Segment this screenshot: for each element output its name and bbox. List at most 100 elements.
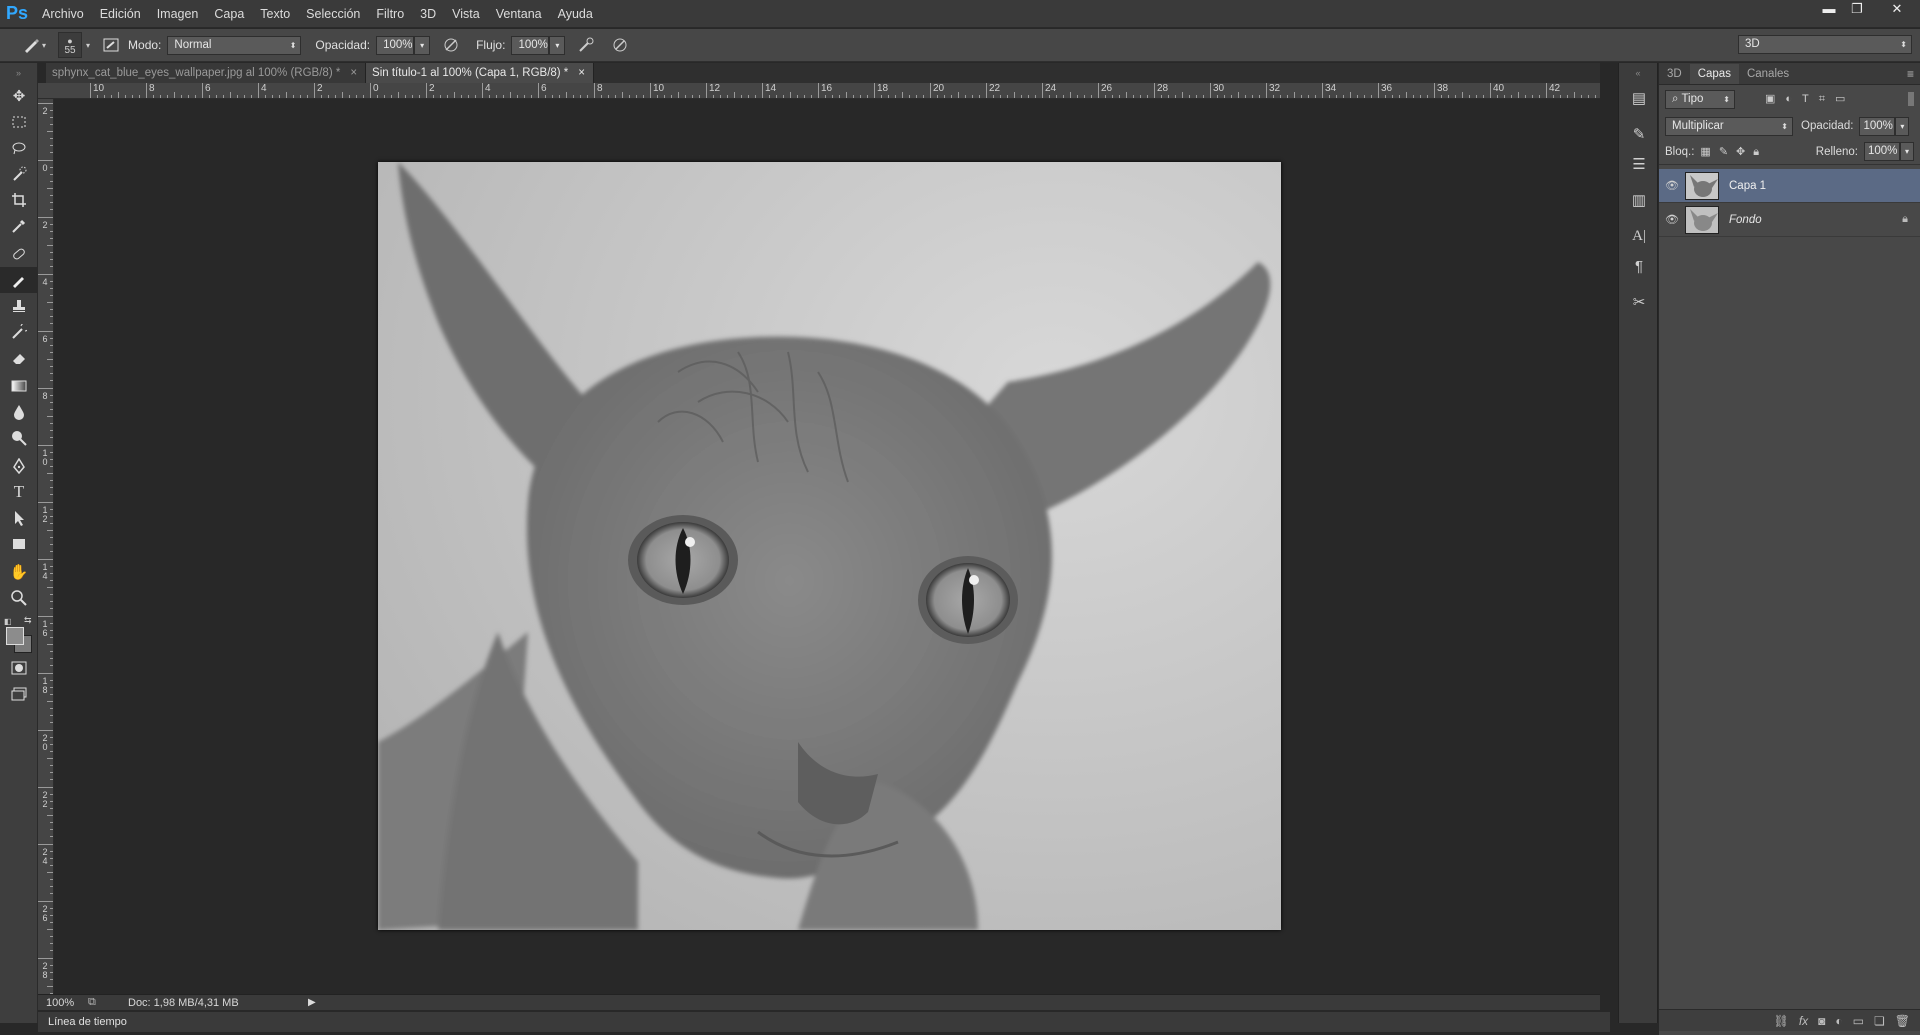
menu-archivo[interactable]: Archivo (34, 0, 92, 28)
history-brush-tool-icon[interactable] (0, 319, 38, 345)
panel-menu-icon[interactable]: ≡ (1901, 64, 1920, 84)
move-tool-icon[interactable]: ✥ (0, 83, 38, 109)
fill-input[interactable]: 100% (1864, 142, 1900, 161)
eraser-tool-icon[interactable] (0, 345, 38, 371)
dodge-tool-icon[interactable] (0, 425, 38, 451)
zoom-level[interactable]: 100% (38, 997, 88, 1009)
quick-selection-tool-icon[interactable] (0, 161, 38, 187)
adjustment-layer-icon[interactable]: ◐ (1835, 1014, 1842, 1028)
swap-colors-icon[interactable]: ⇆ (24, 615, 32, 626)
blend-mode-select[interactable]: Multiplicar ⬍ (1665, 116, 1793, 136)
status-menu-arrow-icon[interactable]: ▶ (308, 997, 316, 1008)
tool-presets-icon[interactable]: ✂ (1619, 287, 1659, 317)
character-panel-icon[interactable]: A| (1619, 221, 1659, 251)
trash-icon[interactable]: 🗑︎ (1895, 1014, 1910, 1028)
clone-stamp-tool-icon[interactable] (0, 293, 38, 319)
marquee-tool-icon[interactable] (0, 109, 38, 135)
chevron-down-icon[interactable]: ▾ (86, 41, 90, 50)
default-colors-icon[interactable]: ◧ (4, 617, 12, 626)
gradient-tool-icon[interactable] (0, 373, 38, 399)
menu-capa[interactable]: Capa (206, 0, 252, 28)
add-mask-icon[interactable]: ◙ (1818, 1014, 1825, 1028)
brush-panel-toggle-icon[interactable] (100, 34, 122, 56)
brush-presets-icon[interactable]: ✎ (1619, 119, 1659, 149)
type-tool-icon[interactable]: T (0, 479, 38, 505)
restore-button[interactable]: ❐ (1844, 0, 1870, 18)
layer-filter-select[interactable]: ⌕ Tipo ⬍ (1665, 89, 1735, 109)
new-group-icon[interactable]: ▭ (1853, 1014, 1864, 1028)
close-tab-icon[interactable]: × (350, 63, 357, 83)
healing-brush-tool-icon[interactable] (0, 241, 38, 267)
flow-slider-button[interactable]: ▾ (549, 35, 566, 55)
layer-opacity-slider[interactable]: ▾ (1895, 116, 1910, 136)
document-canvas[interactable] (378, 162, 1281, 930)
paragraph-panel-icon[interactable]: ¶ (1619, 251, 1659, 281)
menu-ayuda[interactable]: Ayuda (550, 0, 601, 28)
workspace-select[interactable]: 3D ⬍ (1738, 35, 1912, 54)
brush-tool-preset-icon[interactable] (20, 34, 42, 56)
menu-vista[interactable]: Vista (444, 0, 488, 28)
tab-3d[interactable]: 3D (1659, 64, 1690, 84)
menu-3d[interactable]: 3D (412, 0, 444, 28)
menu-edicion[interactable]: Edición (92, 0, 149, 28)
layer-opacity-input[interactable]: 100% (1859, 116, 1896, 136)
timeline-panel-tab[interactable]: Línea de tiempo (38, 1012, 1610, 1032)
eyedropper-tool-icon[interactable] (0, 213, 38, 239)
menu-seleccion[interactable]: Selección (298, 0, 368, 28)
tab-capas[interactable]: Capas (1689, 64, 1739, 84)
hand-tool-icon[interactable]: ✋ (0, 559, 38, 585)
menu-ventana[interactable]: Ventana (488, 0, 550, 28)
close-window-button[interactable]: ✕ (1884, 0, 1910, 18)
fx-icon[interactable]: fx (1799, 1014, 1808, 1028)
history-panel-icon[interactable]: ▤ (1619, 83, 1659, 113)
pen-tool-icon[interactable] (0, 453, 38, 479)
layer-name[interactable]: Fondo (1729, 214, 1762, 226)
collapse-arrows-icon[interactable]: » (0, 63, 37, 83)
filter-kind-icons[interactable]: ▣◐T⌗▭ (1765, 92, 1855, 106)
properties-panel-icon[interactable]: ▥ (1619, 185, 1659, 215)
minimize-button[interactable]: ▬ (1816, 0, 1842, 18)
opacity-input[interactable]: 100% (376, 35, 415, 55)
menu-filtro[interactable]: Filtro (368, 0, 412, 28)
tab-sin-titulo-1[interactable]: Sin título-1 al 100% (Capa 1, RGB/8) * × (366, 63, 595, 83)
filter-toggle[interactable] (1908, 92, 1914, 106)
menu-texto[interactable]: Texto (252, 0, 298, 28)
pressure-size-icon[interactable] (609, 34, 631, 56)
quick-mask-icon[interactable] (0, 655, 38, 681)
horizontal-ruler[interactable]: 10 8 6 4 2 0 2 4 6 8 10 12 14 16 18 20 22 24 26 28 30 32 34 36 3… (46, 83, 1600, 99)
visibility-eye-icon[interactable]: 👁︎ (1659, 213, 1685, 226)
opacity-slider-button[interactable]: ▾ (414, 35, 431, 55)
menu-imagen[interactable]: Imagen (149, 0, 207, 28)
new-layer-icon[interactable]: ❏ (1874, 1014, 1885, 1028)
fill-slider[interactable]: ▾ (1900, 142, 1914, 161)
lock-options-icons[interactable]: ▦✎✥🔒︎ (1700, 145, 1767, 159)
zoom-tool-icon[interactable] (0, 585, 38, 611)
path-selection-tool-icon[interactable] (0, 505, 38, 531)
tab-sphynx-document[interactable]: sphynx_cat_blue_eyes_wallpaper.jpg al 10… (46, 63, 367, 83)
close-tab-icon[interactable]: × (578, 63, 585, 83)
vertical-ruler[interactable]: 20246810121416182022242628 (38, 99, 54, 994)
foreground-color-swatch[interactable] (6, 627, 24, 645)
pressure-opacity-icon[interactable] (440, 34, 462, 56)
status-info-icon[interactable]: ⧉ (88, 996, 108, 1009)
brush-tool-icon[interactable] (0, 267, 38, 293)
flow-input[interactable]: 100% (511, 35, 550, 55)
visibility-eye-icon[interactable]: 👁︎ (1659, 179, 1685, 192)
crop-tool-icon[interactable] (0, 187, 38, 213)
collapse-arrows-icon[interactable]: « (1619, 63, 1657, 83)
rectangle-tool-icon[interactable] (0, 531, 38, 557)
color-swatches[interactable]: ◧ ⇆ (0, 611, 37, 655)
layer-row-fondo[interactable]: 👁︎ Fondo 🔒︎ (1659, 203, 1920, 237)
screen-mode-icon[interactable] (0, 681, 38, 707)
link-layers-icon[interactable]: ⛓ (1774, 1014, 1789, 1028)
chevron-down-icon[interactable]: ▾ (42, 41, 46, 50)
lasso-tool-icon[interactable] (0, 135, 38, 161)
adjustments-icon[interactable]: ☰ (1619, 149, 1659, 179)
layer-name[interactable]: Capa 1 (1729, 180, 1766, 192)
blur-tool-icon[interactable] (0, 399, 38, 425)
mode-select[interactable]: Normal ⬍ (167, 35, 302, 55)
airbrush-icon[interactable] (575, 34, 597, 56)
brush-size-picker[interactable]: ● 55 (58, 32, 83, 58)
layer-row-capa-1[interactable]: 👁︎ Capa 1 (1659, 169, 1920, 203)
tab-canales[interactable]: Canales (1739, 64, 1797, 84)
